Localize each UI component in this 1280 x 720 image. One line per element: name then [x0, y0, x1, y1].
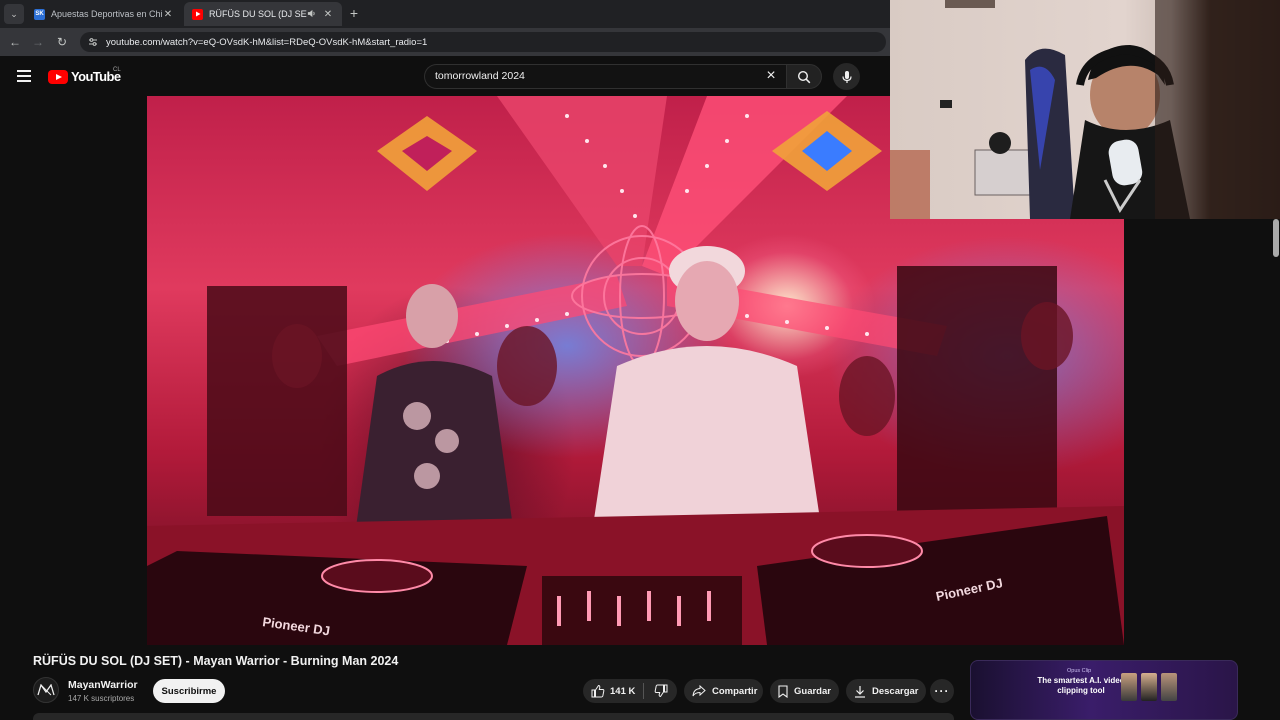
description-box-edge[interactable] — [33, 713, 954, 720]
voice-search-button[interactable] — [833, 63, 860, 90]
share-label: Compartir — [712, 685, 758, 697]
subscribe-button[interactable]: Suscribirme — [153, 679, 225, 703]
tab-close-icon[interactable]: ✕ — [162, 9, 174, 20]
reload-icon[interactable]: ↻ — [53, 33, 71, 51]
site-info-tune-icon[interactable] — [88, 37, 98, 47]
back-arrow-icon[interactable]: ← — [6, 33, 24, 51]
ad-banner[interactable]: Opus Clip The smartest A.I. video clippi… — [970, 660, 1238, 720]
region-code: CL — [113, 67, 121, 73]
more-actions-button[interactable]: ··· — [930, 679, 954, 703]
subscriber-count: 147 K suscriptores — [68, 694, 135, 703]
search-icon — [797, 70, 811, 83]
tab-apuestas[interactable]: SK Apuestas Deportivas en Chile | ✕ — [26, 2, 182, 26]
ad-headline: The smartest A.I. video clipping tool — [1037, 676, 1125, 695]
url-text: youtube.com/watch?v=eQ-OVsdK-hM&list=RDe… — [106, 36, 428, 48]
like-dislike-segment: 141 K — [583, 679, 677, 703]
page-scrollbar-thumb[interactable] — [1273, 219, 1279, 257]
ad-brand: Opus Clip — [1067, 668, 1092, 674]
ad-face-thumbnail — [1161, 673, 1177, 701]
mayan-warrior-logo-icon — [37, 684, 55, 696]
save-button[interactable]: Guardar — [770, 679, 839, 703]
sports-betting-favicon-icon: SK — [34, 8, 45, 20]
microphone-icon — [841, 70, 852, 83]
tab-search-chevron-icon[interactable]: ⌄ — [4, 4, 24, 24]
address-bar[interactable]: youtube.com/watch?v=eQ-OVsdK-hM&list=RDe… — [80, 32, 886, 52]
thumbs-up-icon — [591, 684, 605, 698]
tab-title: Apuestas Deportivas en Chile | — [51, 9, 162, 19]
youtube-play-logo-icon — [48, 69, 68, 84]
channel-avatar[interactable] — [33, 677, 59, 703]
ad-face-thumbnail — [1141, 673, 1157, 701]
secondary-column — [1124, 219, 1280, 645]
save-label: Guardar — [794, 685, 831, 697]
download-label: Descargar — [872, 685, 919, 697]
tab-title: RÜFÜS DU SOL (DJ SET) - M — [209, 9, 307, 19]
channel-name[interactable]: MayanWarrior — [68, 679, 138, 691]
hamburger-menu-icon[interactable] — [17, 70, 31, 82]
screen: ⌄ SK Apuestas Deportivas en Chile | ✕ RÜ… — [0, 0, 1280, 720]
tab-youtube-video[interactable]: RÜFÜS DU SOL (DJ SET) - M ✕ — [184, 2, 342, 26]
ad-face-thumbnail — [1121, 673, 1137, 701]
speaker-icon[interactable] — [307, 9, 316, 20]
clear-search-icon[interactable]: × — [762, 67, 780, 85]
share-arrow-icon — [692, 685, 706, 697]
new-tab-button[interactable]: + — [346, 5, 362, 21]
download-icon — [855, 685, 865, 698]
share-button[interactable]: Compartir — [684, 679, 763, 703]
tab-close-icon[interactable]: ✕ — [322, 9, 334, 20]
thumbs-down-icon — [654, 684, 667, 698]
video-title: RÜFÜS DU SOL (DJ SET) - Mayan Warrior - … — [33, 654, 399, 668]
webcam-overlay — [890, 0, 1280, 219]
search-query-text: tomorrowland 2024 — [435, 70, 525, 82]
bookmark-icon — [778, 684, 788, 698]
like-count: 141 K — [610, 685, 636, 697]
youtube-favicon-icon — [192, 8, 203, 20]
search-button[interactable] — [786, 64, 822, 89]
dislike-button[interactable] — [644, 679, 677, 703]
download-button[interactable]: Descargar — [846, 679, 926, 703]
webcam-frame — [890, 0, 1280, 219]
like-button[interactable]: 141 K — [583, 679, 643, 703]
forward-arrow-icon[interactable]: → — [29, 33, 47, 51]
youtube-logo[interactable]: YouTube — [48, 69, 121, 84]
